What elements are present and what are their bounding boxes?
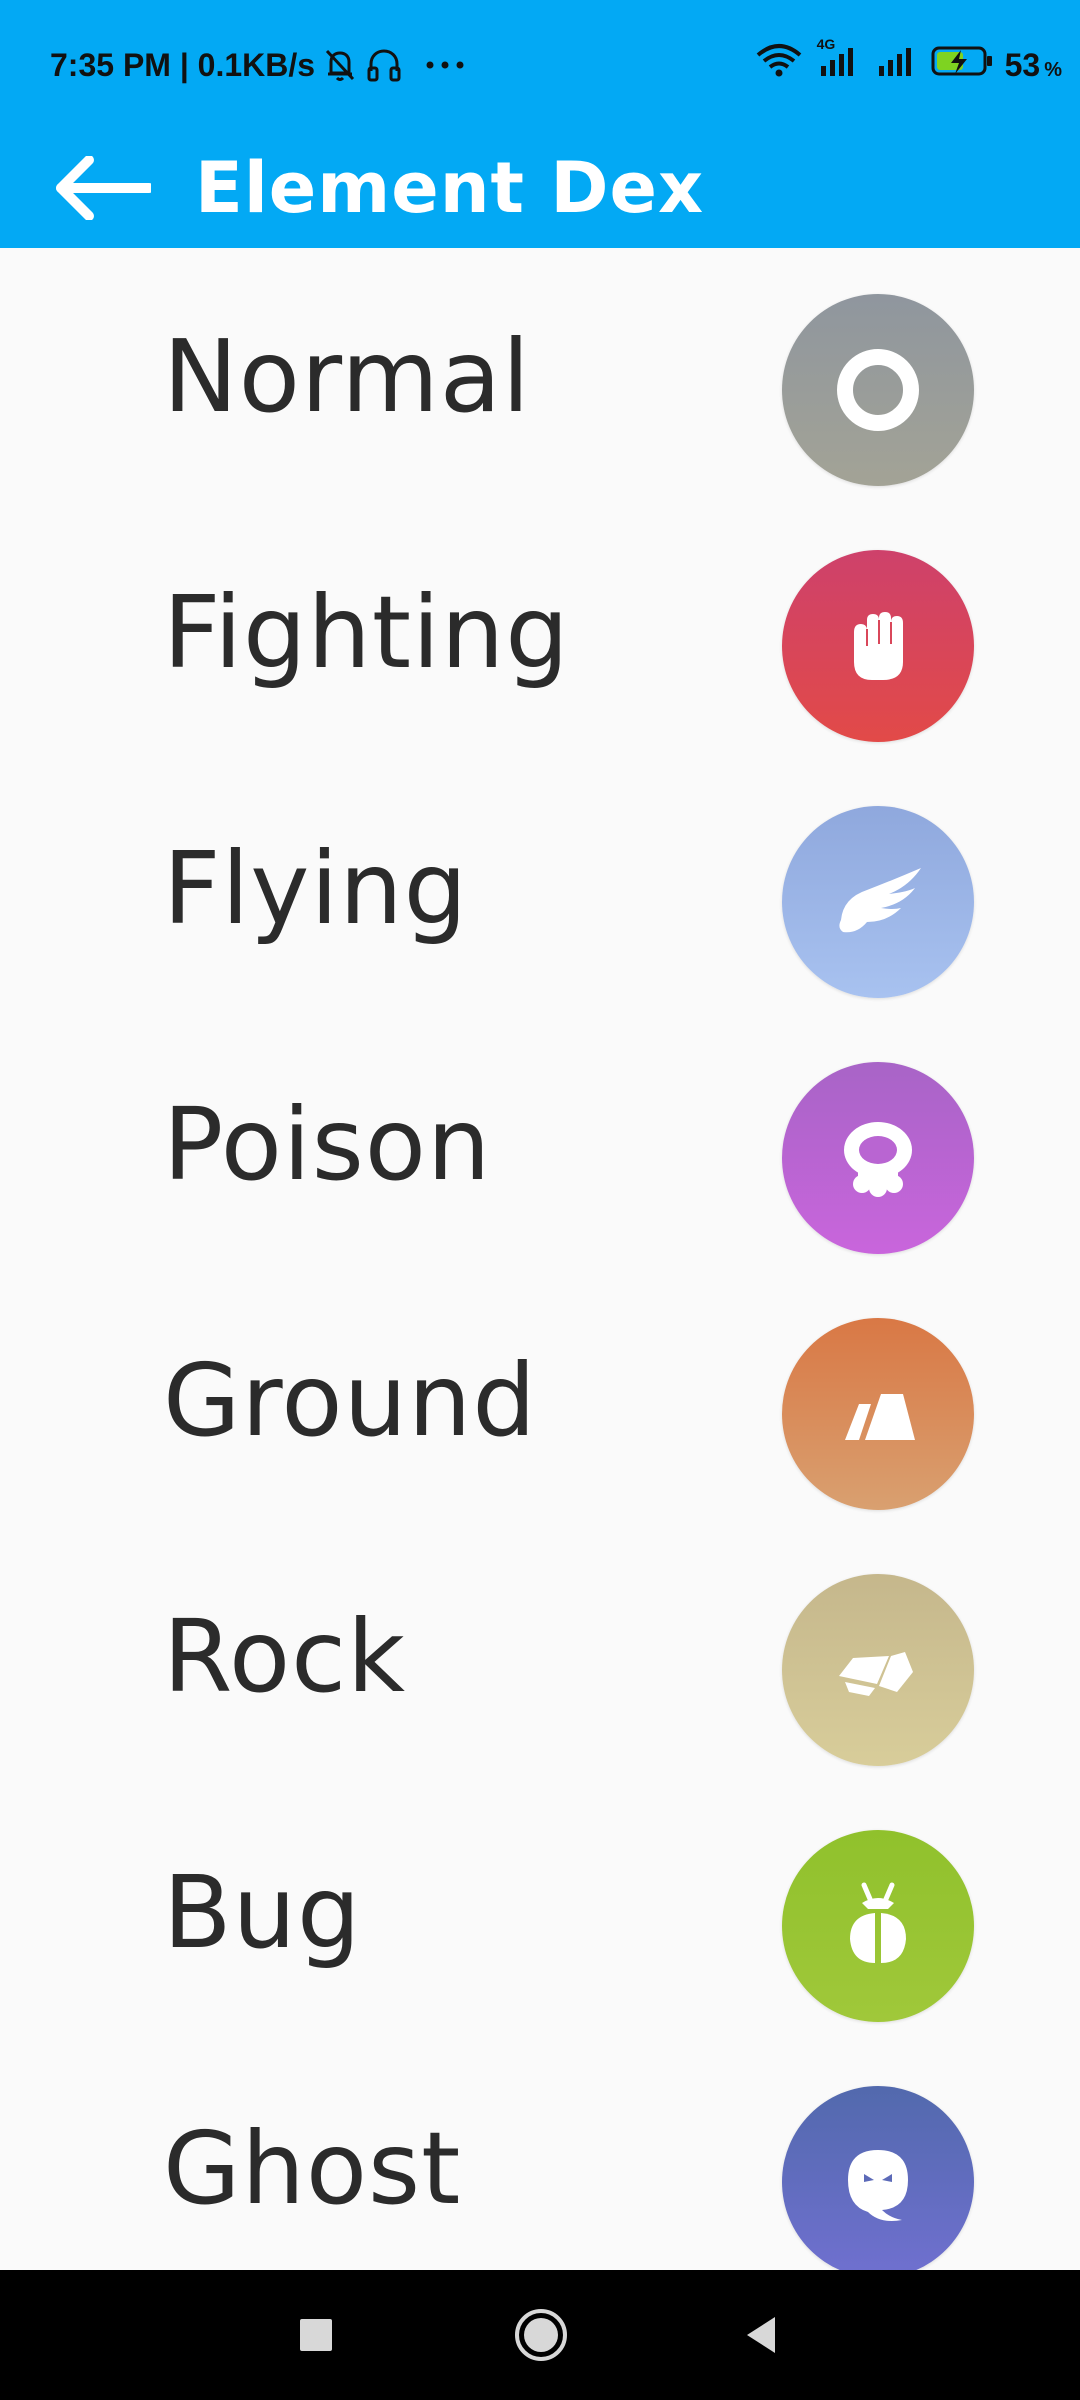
ghost-icon xyxy=(848,2150,908,2221)
home-circle-icon xyxy=(515,2309,567,2361)
status-left: 7:35 PM | 0.1KB/s xyxy=(50,40,465,90)
network-label: 4G xyxy=(816,36,836,52)
terrain-icon xyxy=(845,1394,915,1440)
triangle-back-icon xyxy=(747,2317,775,2353)
wing-icon xyxy=(839,868,921,933)
home-button[interactable] xyxy=(476,2270,606,2400)
type-badge-flying xyxy=(782,806,974,998)
list-item-bug[interactable]: Bug xyxy=(0,1784,1080,2040)
list-item-ground[interactable]: Ground xyxy=(0,1272,1080,1528)
bug-icon xyxy=(850,1882,906,1963)
toolbar: Element Dex xyxy=(0,128,1080,248)
back-nav-button[interactable] xyxy=(696,2270,826,2400)
type-name: Ground xyxy=(163,1341,537,1459)
type-name: Rock xyxy=(163,1597,407,1715)
status-time-speed: 7:35 PM | 0.1KB/s xyxy=(50,46,316,83)
rock-icon xyxy=(839,1652,913,1696)
page-title: Element Dex xyxy=(195,147,705,229)
type-name: Bug xyxy=(163,1853,362,1971)
type-badge-ghost xyxy=(782,2086,974,2270)
bell-muted-icon xyxy=(323,47,357,83)
status-bar: 7:35 PM | 0.1KB/s 4G 53 % xyxy=(0,0,1080,128)
type-badge-poison xyxy=(782,1062,974,1254)
battery-percent-unit: % xyxy=(1044,58,1062,81)
list-item-normal[interactable]: Normal xyxy=(0,248,1080,504)
type-badge-ground xyxy=(782,1318,974,1510)
battery-percent: 53% xyxy=(1005,47,1062,84)
battery-charging-icon xyxy=(931,44,995,86)
list-item-ghost[interactable]: Ghost xyxy=(0,2040,1080,2270)
more-dots-icon xyxy=(425,60,465,70)
list-item-flying[interactable]: Flying xyxy=(0,760,1080,1016)
headphones-icon xyxy=(365,47,403,83)
skull-icon xyxy=(844,1122,912,1197)
battery-percent-value: 53 xyxy=(1004,46,1041,83)
fist-icon xyxy=(854,612,903,680)
list-item-poison[interactable]: Poison xyxy=(0,1016,1080,1272)
app-bar: 7:35 PM | 0.1KB/s 4G 53 % Element Dex xyxy=(0,0,1080,248)
list-item-rock[interactable]: Rock xyxy=(0,1528,1080,1784)
type-name: Normal xyxy=(163,317,531,435)
type-name: Ghost xyxy=(163,2109,462,2227)
type-badge-normal xyxy=(782,294,974,486)
status-right: 4G 53 % xyxy=(755,36,1062,90)
type-badge-bug xyxy=(782,1830,974,2022)
signal-icon xyxy=(875,44,921,86)
type-name: Flying xyxy=(163,829,469,947)
ring-icon xyxy=(837,349,919,431)
square-icon xyxy=(300,2319,332,2351)
arrow-left-icon xyxy=(56,156,151,220)
back-button[interactable] xyxy=(48,140,158,236)
system-nav-bar xyxy=(0,2270,1080,2400)
signal-4g-icon: 4G xyxy=(813,36,865,86)
type-list[interactable]: Normal Fighting Flying Poison Ground Roc… xyxy=(0,248,1080,2270)
type-name: Fighting xyxy=(163,573,570,691)
type-name: Poison xyxy=(163,1085,492,1203)
wifi-icon xyxy=(755,43,803,87)
type-badge-rock xyxy=(782,1574,974,1766)
list-item-fighting[interactable]: Fighting xyxy=(0,504,1080,760)
type-badge-fighting xyxy=(782,550,974,742)
recents-button[interactable] xyxy=(251,2270,381,2400)
